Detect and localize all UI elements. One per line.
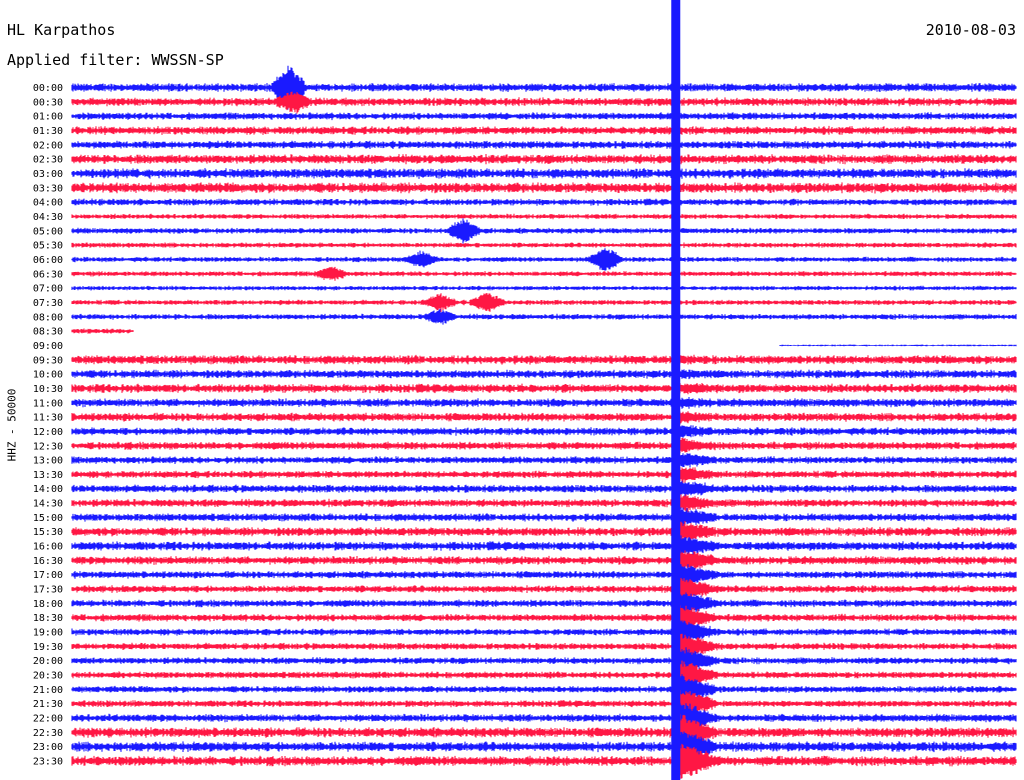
trace-0630 bbox=[71, 266, 1017, 281]
trace-2030 bbox=[71, 660, 1017, 690]
trace-0800 bbox=[71, 308, 1017, 325]
trace-0500 bbox=[71, 218, 1017, 244]
row-time-label: 19:30 bbox=[33, 642, 63, 653]
row-time-label: 07:00 bbox=[33, 284, 63, 295]
row-time-label: 11:00 bbox=[33, 398, 63, 409]
row-time-label: 03:30 bbox=[33, 183, 63, 194]
trace-1600 bbox=[71, 534, 1017, 558]
row-time-label: 20:30 bbox=[33, 671, 63, 682]
trace-0230 bbox=[71, 154, 1017, 165]
row-time-label: 22:30 bbox=[33, 728, 63, 739]
row-time-label: 17:30 bbox=[33, 585, 63, 596]
row-time-label: 08:30 bbox=[33, 327, 63, 338]
row-time-label: 14:30 bbox=[33, 499, 63, 510]
row-time-label: 18:30 bbox=[33, 613, 63, 624]
trace-1330 bbox=[71, 465, 1017, 483]
row-time-label: 14:00 bbox=[33, 484, 63, 495]
row-time-label: 21:30 bbox=[33, 699, 63, 710]
row-time-label: 23:30 bbox=[33, 757, 63, 768]
trace-0530 bbox=[71, 242, 1017, 248]
trace-1430 bbox=[71, 493, 1017, 513]
row-time-label: 05:30 bbox=[33, 241, 63, 252]
trace-1300 bbox=[71, 453, 1017, 468]
trace-1700 bbox=[71, 562, 1017, 586]
row-time-label: 19:00 bbox=[33, 628, 63, 639]
trace-0330 bbox=[71, 182, 1017, 194]
row-time-label: 22:00 bbox=[33, 714, 63, 725]
trace-1200 bbox=[71, 424, 1017, 439]
row-time-label: 12:00 bbox=[33, 427, 63, 438]
row-time-label: 13:00 bbox=[33, 456, 63, 467]
trace-1030 bbox=[71, 382, 1017, 395]
trace-0700 bbox=[71, 285, 1017, 291]
row-time-label: 00:30 bbox=[33, 97, 63, 108]
trace-0430 bbox=[71, 213, 1017, 220]
row-time-label: 23:00 bbox=[33, 742, 63, 753]
row-time-label: 10:00 bbox=[33, 370, 63, 381]
row-time-label: 11:30 bbox=[33, 413, 63, 424]
row-time-label: 08:00 bbox=[33, 312, 63, 323]
trace-0030 bbox=[71, 91, 1017, 114]
row-time-label: 15:30 bbox=[33, 527, 63, 538]
row-time-label: 09:30 bbox=[33, 355, 63, 366]
row-time-label: 21:00 bbox=[33, 685, 63, 696]
trace-0100 bbox=[71, 112, 1017, 121]
trace-1500 bbox=[71, 507, 1017, 528]
row-time-label: 10:30 bbox=[33, 384, 63, 395]
trace-1730 bbox=[71, 575, 1017, 602]
trace-1100 bbox=[71, 395, 1017, 410]
trace-1930 bbox=[71, 632, 1017, 662]
row-time-label: 13:30 bbox=[33, 470, 63, 481]
row-time-label: 09:00 bbox=[33, 341, 63, 352]
trace-0130 bbox=[71, 125, 1017, 135]
trace-1000 bbox=[71, 369, 1017, 380]
trace-1400 bbox=[71, 478, 1017, 498]
trace-0830 bbox=[71, 328, 134, 334]
trace-1130 bbox=[71, 411, 1017, 425]
trace-1830 bbox=[71, 603, 1017, 632]
trace-2000 bbox=[71, 644, 1017, 677]
trace-1630 bbox=[71, 548, 1017, 572]
row-time-label: 18:00 bbox=[33, 599, 63, 610]
row-time-label: 06:30 bbox=[33, 269, 63, 280]
row-time-label: 07:30 bbox=[33, 298, 63, 309]
row-time-label: 06:00 bbox=[33, 255, 63, 266]
row-time-label: 16:30 bbox=[33, 556, 63, 567]
row-time-label: 04:30 bbox=[33, 212, 63, 223]
row-time-label: 17:00 bbox=[33, 570, 63, 581]
row-time-label: 02:30 bbox=[33, 155, 63, 166]
row-time-label: 00:00 bbox=[33, 83, 63, 94]
row-time-label: 01:30 bbox=[33, 126, 63, 137]
trace-0400 bbox=[71, 198, 1017, 206]
row-time-label: 02:00 bbox=[33, 140, 63, 151]
row-time-label: 04:00 bbox=[33, 198, 63, 209]
row-time-label: 01:00 bbox=[33, 112, 63, 123]
trace-0200 bbox=[71, 140, 1017, 149]
trace-1530 bbox=[71, 521, 1017, 543]
row-time-label: 15:00 bbox=[33, 513, 63, 524]
row-time-label: 03:00 bbox=[33, 169, 63, 180]
trace-0930 bbox=[71, 354, 1017, 365]
row-time-label: 20:00 bbox=[33, 656, 63, 667]
trace-0900 bbox=[779, 344, 1017, 347]
trace-1230 bbox=[71, 437, 1017, 454]
row-time-label: 05:00 bbox=[33, 226, 63, 237]
trace-0600 bbox=[71, 248, 1017, 271]
helicorder-plot: 00:00 00:30 01:00 01:30 02:00 02:30 03:00 03:30… bbox=[33, 0, 1017, 780]
row-time-label: 12:30 bbox=[33, 441, 63, 452]
trace-1900 bbox=[71, 619, 1017, 645]
trace-0730 bbox=[71, 293, 1017, 312]
trace-1800 bbox=[71, 590, 1017, 616]
trace-2100 bbox=[71, 674, 1017, 704]
trace-0300 bbox=[71, 168, 1017, 179]
row-time-label: 16:00 bbox=[33, 542, 63, 553]
major-event-signal bbox=[671, 0, 681, 780]
